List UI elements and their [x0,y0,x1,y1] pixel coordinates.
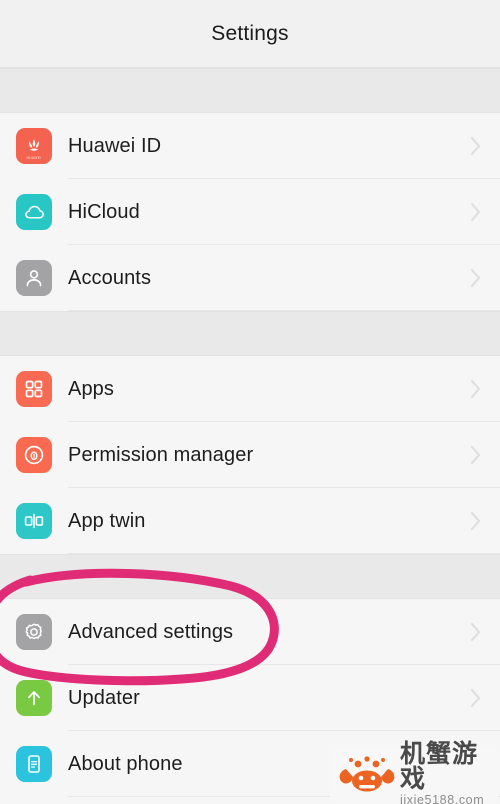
group-spacer-3 [0,554,500,599]
watermark-text: 机蟹游戏 jixie5188.com [400,741,498,804]
settings-row-advanced-settings[interactable]: Advanced settings [0,599,500,665]
settings-screen: Settings HUAWEI Huawei ID HiCloud Accoun… [0,0,500,804]
settings-row-label: Updater [68,686,140,709]
chevron-right-icon [470,202,482,222]
group-spacer-2 [0,311,500,356]
settings-row-apps[interactable]: Apps [0,356,500,422]
app-twin-icon [16,503,52,539]
crab-icon [336,751,398,797]
gear-icon [16,614,52,650]
chevron-right-icon [470,688,482,708]
arrow-up-icon [16,680,52,716]
chevron-right-icon [470,445,482,465]
apps-group: Apps Permission manager App twin [0,356,500,554]
header-divider [0,67,500,68]
settings-row-label: HiCloud [68,200,140,223]
chevron-right-icon [470,511,482,531]
chevron-right-icon [470,136,482,156]
person-icon [16,260,52,296]
settings-row-label: Huawei ID [68,134,162,157]
row-separator [68,553,500,554]
cloud-icon [16,194,52,230]
watermark-url: jixie5188.com [400,793,485,804]
settings-row-huawei-id[interactable]: HUAWEI Huawei ID [0,113,500,179]
settings-row-permission-manager[interactable]: Permission manager [0,422,500,488]
grid-squares-icon [16,371,52,407]
chevron-right-icon [470,622,482,642]
app-header: Settings [0,0,500,68]
settings-row-label: Advanced settings [68,620,234,643]
group-spacer-1 [0,68,500,113]
account-group: HUAWEI Huawei ID HiCloud Accounts [0,113,500,311]
chevron-right-icon [470,379,482,399]
settings-row-accounts[interactable]: Accounts [0,245,500,311]
chevron-right-icon [470,268,482,288]
huawei-wordmark: HUAWEI [26,156,42,160]
settings-row-label: Apps [68,377,114,400]
watermark-brand: 机蟹游戏 [400,739,479,794]
settings-row-hicloud[interactable]: HiCloud [0,179,500,245]
settings-row-app-twin[interactable]: App twin [0,488,500,554]
settings-row-label: Permission manager [68,443,254,466]
huawei-logo-icon: HUAWEI [16,128,52,164]
phone-info-icon [16,746,52,782]
site-watermark: 机蟹游戏 jixie5188.com [330,741,498,804]
settings-row-updater[interactable]: Updater [0,665,500,731]
settings-row-label: App twin [68,509,146,532]
page-title: Settings [211,22,289,45]
row-separator [68,310,500,311]
lock-circle-icon [16,437,52,473]
settings-row-label: Accounts [68,266,152,289]
